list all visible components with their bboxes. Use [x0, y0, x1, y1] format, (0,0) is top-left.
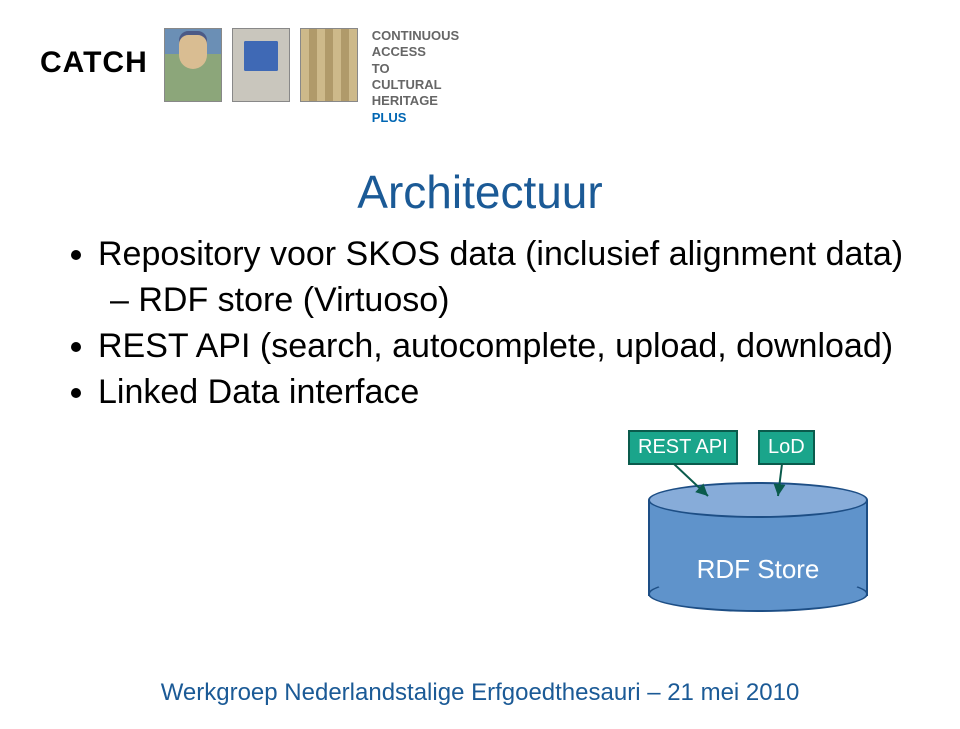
rdf-store-label: RDF Store: [648, 554, 868, 585]
plus-line: CULTURAL: [372, 77, 459, 93]
plus-text: CONTINUOUS ACCESS TO CULTURAL HERITAGE P…: [372, 28, 459, 127]
thumb-1: [164, 28, 222, 102]
thumb-2: [232, 28, 290, 102]
plus-label: PLUS: [372, 110, 459, 126]
thumb-3: [300, 28, 358, 102]
bullet-1: Repository voor SKOS data (inclusief ali…: [98, 232, 903, 278]
bullet-3: Linked Data interface: [98, 370, 903, 416]
plus-line: TO: [372, 61, 459, 77]
slide-footer: Werkgroep Nederlandstalige Erfgoedthesau…: [0, 679, 960, 707]
rdf-store-cylinder: RDF Store: [648, 482, 868, 612]
lod-box: LoD: [758, 430, 815, 465]
architecture-diagram: REST API LoD RDF Store: [628, 430, 884, 630]
plus-line: CONTINUOUS: [372, 28, 459, 44]
bullet-1-sub-1: RDF store (Virtuoso): [110, 278, 903, 324]
rest-api-box: REST API: [628, 430, 738, 465]
bullet-2: REST API (search, autocomplete, upload, …: [98, 324, 903, 370]
plus-line: HERITAGE: [372, 93, 459, 109]
plus-line: ACCESS: [372, 44, 459, 60]
bullet-list: Repository voor SKOS data (inclusief ali…: [70, 232, 903, 416]
header: CATCH CONTINUOUS ACCESS TO CULTURAL HERI…: [40, 28, 459, 127]
catch-logo: CATCH: [40, 46, 148, 80]
slide-title: Architectuur: [0, 165, 960, 219]
